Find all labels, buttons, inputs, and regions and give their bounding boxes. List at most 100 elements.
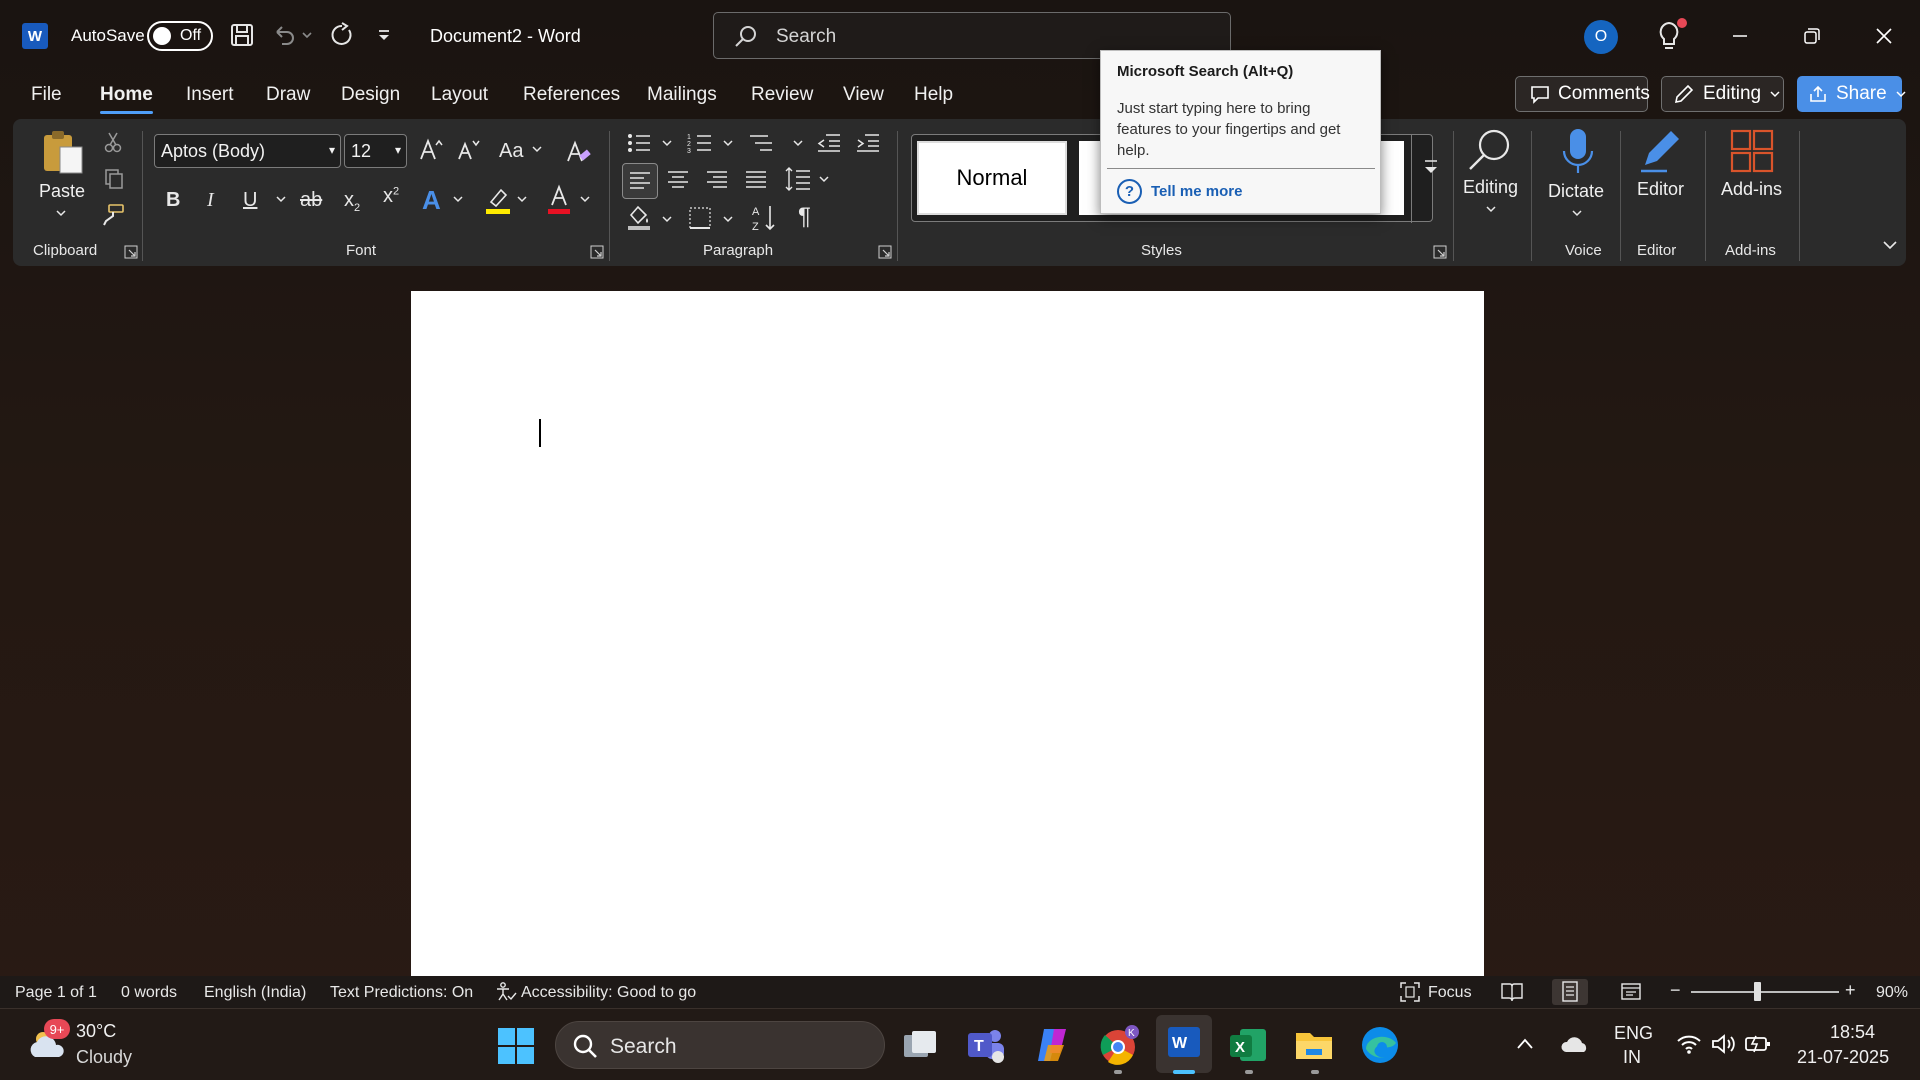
- dialog-launcher-icon[interactable]: [1433, 245, 1447, 259]
- customize-qat-icon[interactable]: [374, 22, 394, 50]
- shading-icon[interactable]: [626, 203, 652, 231]
- page-count[interactable]: Page 1 of 1: [15, 984, 97, 1002]
- chevron-down-icon[interactable]: [275, 193, 287, 205]
- italic-icon[interactable]: I: [207, 189, 214, 212]
- dialog-launcher-icon[interactable]: [590, 245, 604, 259]
- tab-mailings[interactable]: Mailings: [647, 84, 717, 106]
- undo-dropdown-icon[interactable]: [300, 22, 314, 50]
- style-normal[interactable]: Normal: [917, 141, 1067, 215]
- zoom-level[interactable]: 90%: [1876, 984, 1908, 1002]
- show-formatting-marks-icon[interactable]: ¶: [798, 203, 811, 231]
- comments-button[interactable]: Comments: [1515, 76, 1650, 112]
- tab-design[interactable]: Design: [341, 84, 400, 106]
- web-layout-icon[interactable]: [1620, 981, 1644, 1003]
- chevron-down-icon[interactable]: [452, 193, 464, 205]
- taskbar-search[interactable]: Search: [555, 1021, 885, 1069]
- styles-more-button[interactable]: [1411, 135, 1449, 223]
- chevron-down-icon[interactable]: [792, 137, 804, 149]
- tab-review[interactable]: Review: [751, 84, 813, 106]
- multilevel-list-icon[interactable]: [748, 131, 774, 155]
- copilot-icon[interactable]: [1030, 1023, 1074, 1067]
- zoom-slider[interactable]: [1691, 991, 1839, 993]
- read-mode-icon[interactable]: [1500, 981, 1524, 1003]
- zoom-slider-thumb[interactable]: [1753, 982, 1761, 1001]
- paste-label[interactable]: Paste: [39, 181, 85, 202]
- print-layout-button[interactable]: [1552, 979, 1588, 1005]
- subscript-icon[interactable]: x2: [344, 189, 360, 214]
- chevron-down-icon[interactable]: [722, 137, 734, 149]
- chevron-down-icon[interactable]: [1485, 203, 1497, 215]
- weather-temperature[interactable]: 30°C: [76, 1020, 116, 1042]
- format-painter-icon[interactable]: [101, 203, 125, 227]
- increase-indent-icon[interactable]: [855, 131, 881, 155]
- zoom-out-button[interactable]: −: [1670, 980, 1681, 1001]
- input-language[interactable]: ENG: [1614, 1022, 1653, 1044]
- align-left-button[interactable]: [622, 163, 658, 199]
- chevron-down-icon[interactable]: [1571, 207, 1583, 219]
- tab-insert[interactable]: Insert: [186, 84, 234, 106]
- zoom-in-button[interactable]: +: [1845, 980, 1856, 1001]
- grow-font-icon[interactable]: [418, 137, 444, 163]
- redo-icon[interactable]: [329, 22, 357, 50]
- editing-label[interactable]: Editing: [1463, 177, 1518, 198]
- cut-icon[interactable]: [103, 131, 123, 153]
- underline-icon[interactable]: U: [243, 189, 257, 212]
- edge-icon[interactable]: [1358, 1023, 1402, 1067]
- tab-references[interactable]: References: [523, 84, 620, 106]
- battery-icon[interactable]: [1744, 1034, 1772, 1054]
- share-button[interactable]: Share: [1797, 76, 1906, 112]
- tab-file[interactable]: File: [31, 84, 62, 106]
- onedrive-cloud-icon[interactable]: [1560, 1034, 1590, 1054]
- dialog-launcher-icon[interactable]: [124, 245, 138, 259]
- autosave-toggle[interactable]: Off: [147, 21, 213, 51]
- input-region[interactable]: IN: [1623, 1046, 1641, 1068]
- text-predictions-status[interactable]: Text Predictions: On: [330, 984, 473, 1002]
- find-search-icon[interactable]: [1464, 125, 1514, 175]
- addins-label[interactable]: Add-ins: [1721, 179, 1782, 200]
- align-center-icon[interactable]: [665, 167, 691, 193]
- dictate-label[interactable]: Dictate: [1548, 181, 1604, 202]
- clock-time[interactable]: 18:54: [1830, 1021, 1875, 1043]
- tab-layout[interactable]: Layout: [431, 84, 488, 106]
- volume-icon[interactable]: [1710, 1033, 1736, 1055]
- chrome-icon[interactable]: K: [1096, 1023, 1140, 1067]
- chevron-down-icon[interactable]: [722, 213, 734, 225]
- tell-me-more-link[interactable]: Tell me more: [1151, 183, 1242, 200]
- chevron-down-icon[interactable]: [531, 143, 543, 155]
- editor-pen-icon[interactable]: [1637, 127, 1685, 175]
- collapse-ribbon-icon[interactable]: [1882, 237, 1898, 253]
- justify-icon[interactable]: [743, 167, 769, 193]
- weather-condition[interactable]: Cloudy: [76, 1046, 132, 1068]
- chevron-down-icon[interactable]: [661, 137, 673, 149]
- editing-mode-button[interactable]: Editing: [1661, 76, 1784, 112]
- teams-icon[interactable]: T: [964, 1023, 1008, 1067]
- line-spacing-icon[interactable]: [784, 165, 812, 193]
- tab-home[interactable]: Home: [100, 84, 153, 114]
- paste-icon[interactable]: [40, 127, 86, 177]
- paste-dropdown-icon[interactable]: [55, 207, 67, 219]
- change-case-button[interactable]: Aa: [499, 140, 523, 163]
- bold-icon[interactable]: B: [166, 189, 180, 212]
- font-color-icon[interactable]: [545, 183, 573, 215]
- task-view-icon[interactable]: [898, 1023, 942, 1067]
- word-taskbar-button[interactable]: W: [1156, 1015, 1212, 1073]
- save-icon[interactable]: [229, 22, 257, 50]
- bullets-icon[interactable]: [626, 131, 652, 155]
- clear-formatting-icon[interactable]: [565, 137, 593, 165]
- dialog-launcher-icon[interactable]: [878, 245, 892, 259]
- chevron-down-icon[interactable]: [516, 193, 528, 205]
- numbering-icon[interactable]: 123: [687, 131, 713, 155]
- document-page[interactable]: [411, 291, 1484, 976]
- undo-icon[interactable]: [271, 22, 299, 50]
- copy-icon[interactable]: [103, 167, 125, 189]
- superscript-icon[interactable]: x2: [383, 185, 399, 208]
- align-right-icon[interactable]: [704, 167, 730, 193]
- windows-start-icon[interactable]: [497, 1027, 535, 1065]
- font-size-box[interactable]: 12 ▾: [344, 134, 407, 168]
- word-count[interactable]: 0 words: [121, 984, 177, 1002]
- sort-icon[interactable]: AZ: [750, 203, 778, 233]
- minimize-icon[interactable]: [1722, 18, 1758, 54]
- chevron-down-icon[interactable]: [579, 193, 591, 205]
- strikethrough-icon[interactable]: ab: [300, 189, 322, 212]
- close-icon[interactable]: [1866, 18, 1902, 54]
